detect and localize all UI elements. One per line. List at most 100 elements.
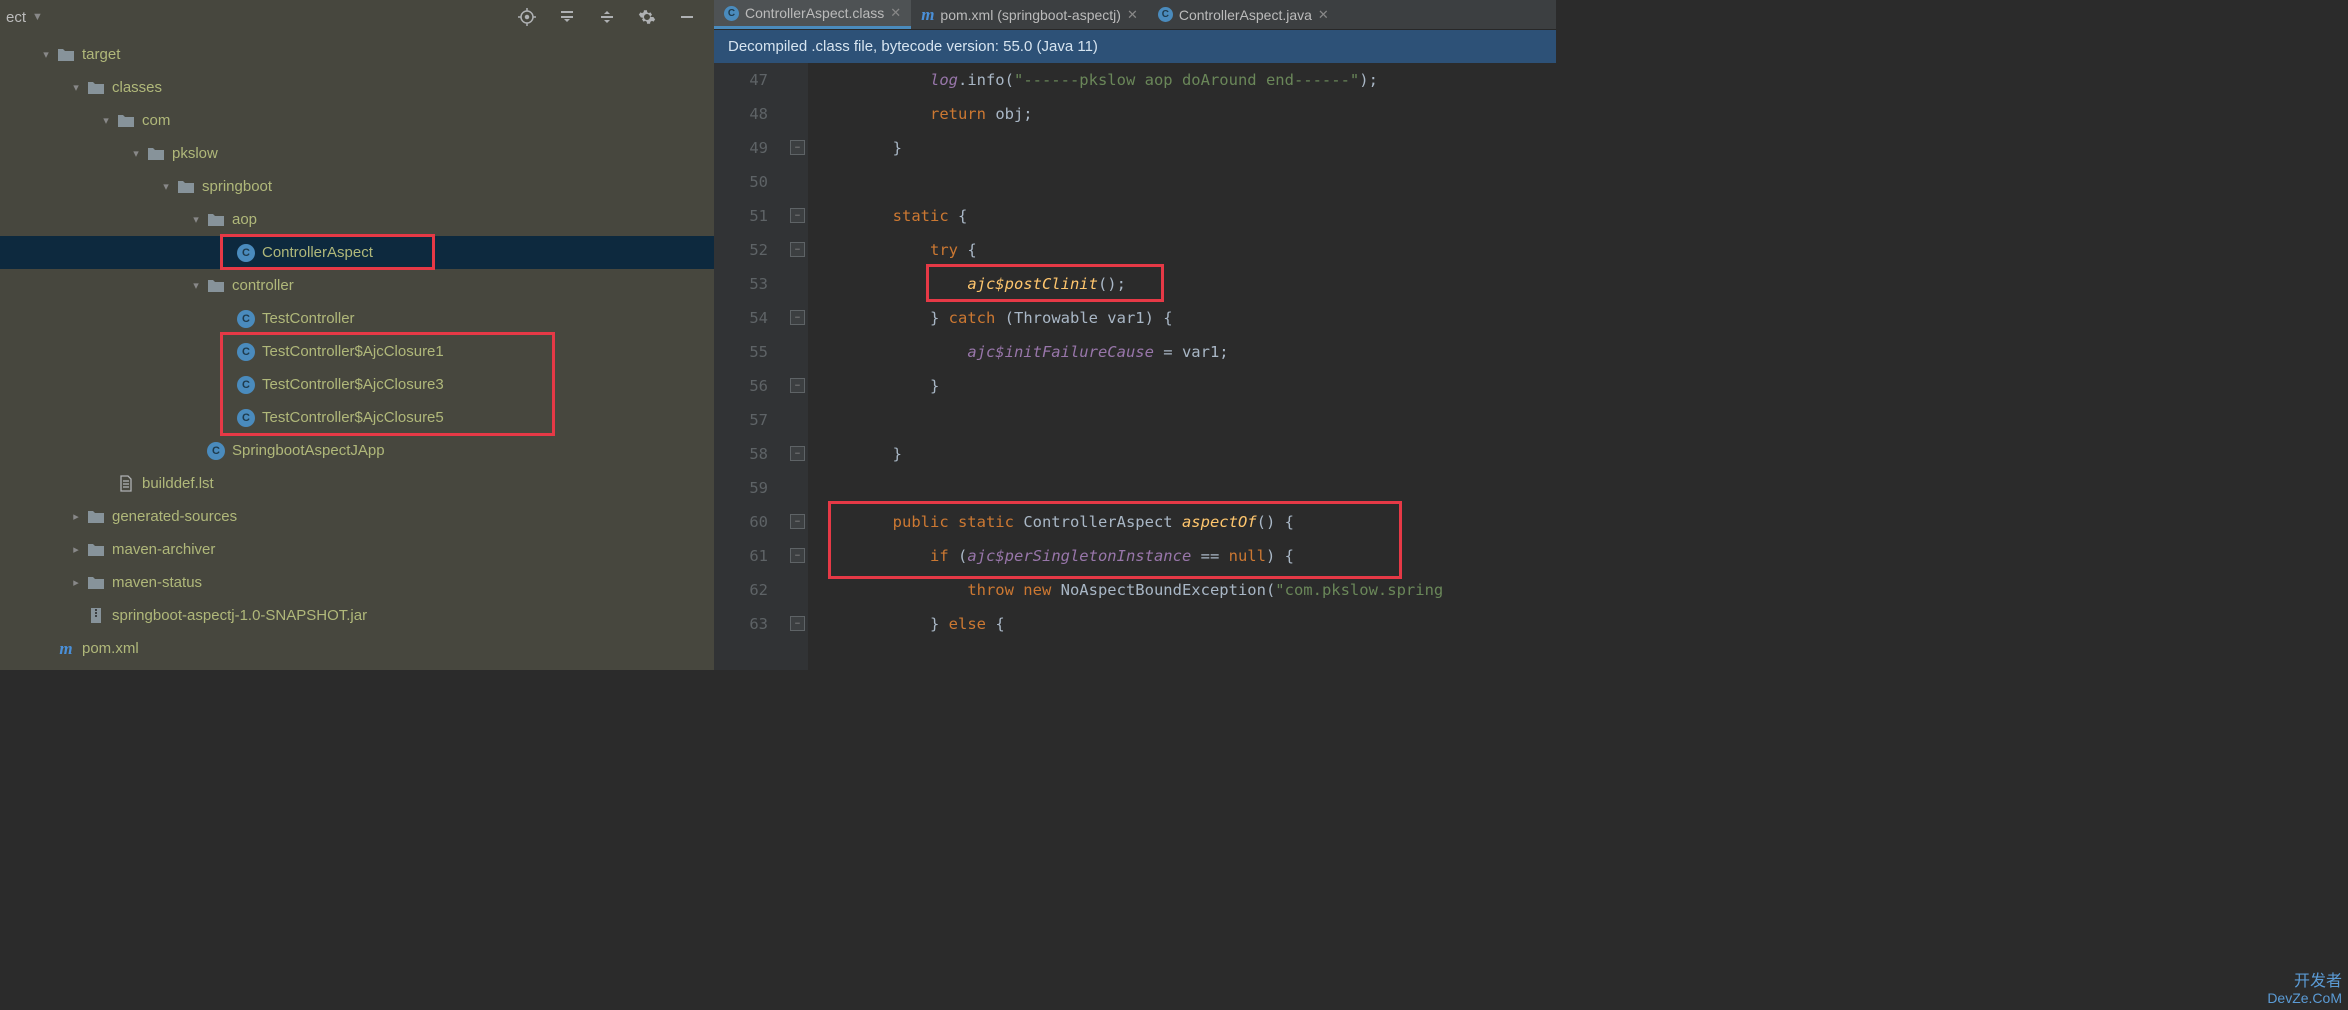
tree-label: builddef.lst: [142, 475, 214, 492]
tree-label: maven-status: [112, 574, 202, 591]
tree-item-testcontroller-ajcclosure3[interactable]: CTestController$AjcClosure3: [0, 368, 714, 401]
code-line[interactable]: return obj;: [818, 97, 1556, 131]
folder-icon: [86, 507, 106, 527]
tree-arrow[interactable]: ▾: [128, 147, 144, 160]
class-icon: C: [206, 441, 226, 461]
tree-item-springbootaspectjapp[interactable]: CSpringbootAspectJApp: [0, 434, 714, 467]
tree-item-springboot[interactable]: ▾springboot: [0, 170, 714, 203]
tree-label: maven-archiver: [112, 541, 215, 558]
close-icon[interactable]: ✕: [1127, 7, 1138, 23]
tree-item-pkslow[interactable]: ▾pkslow: [0, 137, 714, 170]
fold-marker[interactable]: −: [790, 242, 805, 257]
tree-label: TestController$AjcClosure1: [262, 343, 444, 360]
tree-item-testcontroller-ajcclosure1[interactable]: C TestController$AjcClosure1: [0, 335, 714, 368]
tree-arrow[interactable]: ▾: [98, 114, 114, 127]
tree-item-testcontroller-ajcclosure5[interactable]: CTestController$AjcClosure5: [0, 401, 714, 434]
tree-item-aop[interactable]: ▾ aop: [0, 203, 714, 236]
editor-tabs: CControllerAspect.class✕mpom.xml (spring…: [714, 0, 1556, 30]
editor-tab[interactable]: CControllerAspect.class✕: [714, 0, 911, 29]
tree-arrow[interactable]: ▸: [68, 543, 84, 556]
tree-label: TestController$AjcClosure3: [262, 376, 444, 393]
fold-marker[interactable]: −: [790, 446, 805, 461]
code-line[interactable]: ajc$initFailureCause = var1;: [818, 335, 1556, 369]
fold-marker[interactable]: −: [790, 378, 805, 393]
tree-item-springboot-aspectj-1-0-snapshot-jar[interactable]: springboot-aspectj-1.0-SNAPSHOT.jar: [0, 599, 714, 632]
chevron-down-icon[interactable]: ▼: [32, 11, 43, 23]
tree-label: pom.xml: [82, 640, 139, 657]
line-number: 47: [714, 63, 768, 97]
editor-pane: CControllerAspect.class✕mpom.xml (spring…: [714, 0, 1556, 670]
tree-item-maven-archiver[interactable]: ▸ maven-archiver: [0, 533, 714, 566]
code-line[interactable]: } else {: [818, 607, 1556, 641]
tree-arrow[interactable]: ▸: [68, 510, 84, 523]
code-line[interactable]: throw new NoAspectBoundException("com.pk…: [818, 573, 1556, 607]
tree-item-controller[interactable]: ▾ controller: [0, 269, 714, 302]
collapse-all-icon[interactable]: [598, 8, 616, 26]
line-number: 59: [714, 471, 768, 505]
tree-arrow[interactable]: ▾: [158, 180, 174, 193]
folder-icon: [86, 573, 106, 593]
tree-item-builddef-lst[interactable]: builddef.lst: [0, 467, 714, 500]
sidebar-toolbar: ect ▼: [0, 0, 714, 34]
target-icon[interactable]: [518, 8, 536, 26]
code-area[interactable]: 4748495051525354555657585960616263 −−−−−…: [714, 63, 1556, 670]
project-tree[interactable]: ▾target▾classes▾com▾pkslow▾springboot▾ao…: [0, 34, 714, 670]
code-line[interactable]: } catch (Throwable var1) {: [818, 301, 1556, 335]
line-number: 53: [714, 267, 768, 301]
code-content[interactable]: log.info("------pkslow aop doAround end-…: [808, 63, 1556, 670]
tree-item-classes[interactable]: ▾classes: [0, 71, 714, 104]
watermark-line2: DevZe.CoM: [2267, 991, 2342, 1006]
close-icon[interactable]: ✕: [1318, 7, 1329, 23]
line-gutter: 4748495051525354555657585960616263: [714, 63, 788, 670]
code-line[interactable]: }: [818, 131, 1556, 165]
tree-label: com: [142, 112, 170, 129]
code-line[interactable]: static {: [818, 199, 1556, 233]
code-line[interactable]: [818, 165, 1556, 199]
tree-label: controller: [232, 277, 294, 294]
code-line[interactable]: try {: [818, 233, 1556, 267]
tree-item-maven-status[interactable]: ▸ maven-status: [0, 566, 714, 599]
code-line[interactable]: [818, 471, 1556, 505]
folder-icon: [146, 144, 166, 164]
tree-arrow[interactable]: ▾: [188, 279, 204, 292]
minimize-icon[interactable]: [678, 8, 696, 26]
editor-tab[interactable]: mpom.xml (springboot-aspectj)✕: [911, 0, 1148, 29]
fold-marker[interactable]: −: [790, 310, 805, 325]
code-line[interactable]: }: [818, 369, 1556, 403]
fold-column[interactable]: − − − − − − − − −: [788, 63, 808, 670]
tree-arrow[interactable]: ▾: [38, 48, 54, 61]
code-line[interactable]: log.info("------pkslow aop doAround end-…: [818, 63, 1556, 97]
editor-tab[interactable]: CControllerAspect.java✕: [1148, 0, 1339, 29]
line-number: 51: [714, 199, 768, 233]
fold-marker[interactable]: −: [790, 208, 805, 223]
fold-marker[interactable]: −: [790, 616, 805, 631]
tree-arrow[interactable]: ▸: [68, 576, 84, 589]
line-number: 55: [714, 335, 768, 369]
code-line[interactable]: [818, 403, 1556, 437]
tree-item-generated-sources[interactable]: ▸generated-sources: [0, 500, 714, 533]
tree-item-pom-xml[interactable]: mpom.xml: [0, 632, 714, 665]
code-line[interactable]: ajc$postClinit();: [818, 267, 1556, 301]
watermark-line1: 开发者: [2267, 973, 2342, 991]
fold-marker[interactable]: −: [790, 514, 805, 529]
code-line[interactable]: }: [818, 437, 1556, 471]
line-number: 57: [714, 403, 768, 437]
line-number: 50: [714, 165, 768, 199]
code-line[interactable]: if (ajc$perSingletonInstance == null) {: [818, 539, 1556, 573]
ide-root: ect ▼ ▾tar: [0, 0, 1556, 670]
close-icon[interactable]: ✕: [890, 5, 901, 21]
class-icon: C: [236, 342, 256, 362]
tree-label: aop: [232, 211, 257, 228]
line-number: 49: [714, 131, 768, 165]
tree-item-com[interactable]: ▾ com: [0, 104, 714, 137]
tree-item-target[interactable]: ▾target: [0, 38, 714, 71]
fold-marker[interactable]: −: [790, 548, 805, 563]
tree-item-testcontroller[interactable]: CTestController: [0, 302, 714, 335]
tree-arrow[interactable]: ▾: [188, 213, 204, 226]
fold-marker[interactable]: −: [790, 140, 805, 155]
tree-arrow[interactable]: ▾: [68, 81, 84, 94]
gear-icon[interactable]: [638, 8, 656, 26]
tree-item-controlleraspect[interactable]: CControllerAspect: [0, 236, 714, 269]
code-line[interactable]: public static ControllerAspect aspectOf(…: [818, 505, 1556, 539]
expand-all-icon[interactable]: [558, 8, 576, 26]
